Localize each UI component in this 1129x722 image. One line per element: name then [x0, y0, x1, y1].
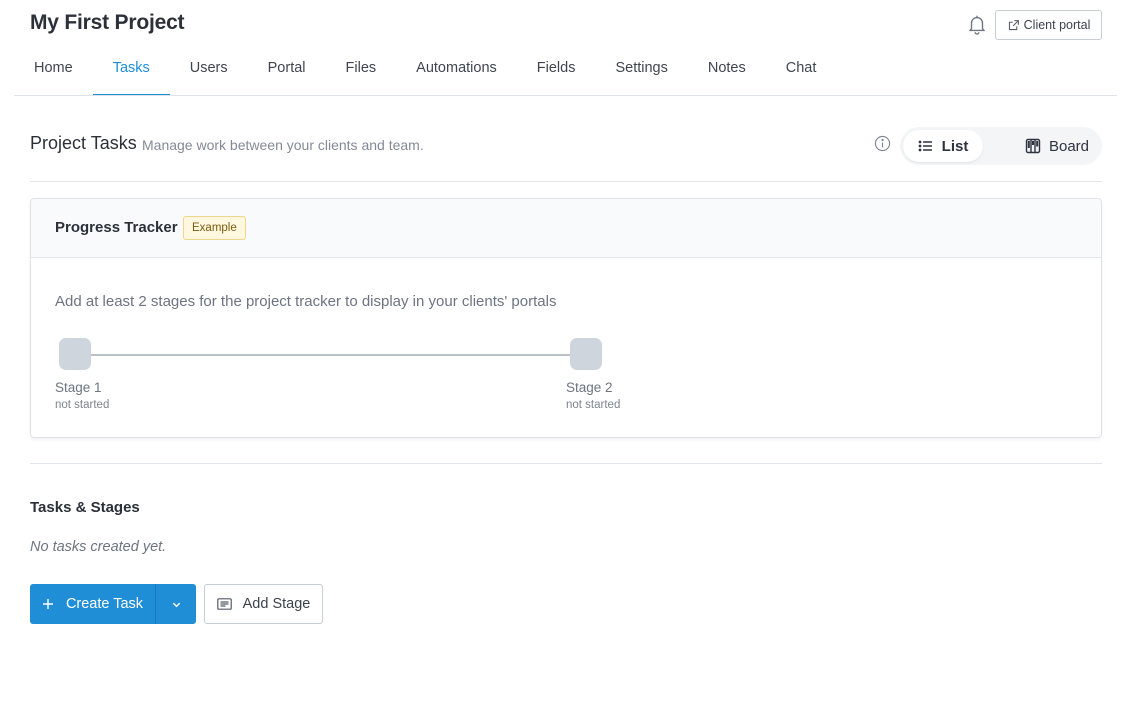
section-title: Project Tasks — [30, 133, 137, 153]
create-task-label: Create Task — [65, 596, 144, 612]
tab-automations[interactable]: Automations — [396, 54, 517, 96]
stage-1-status: not started — [55, 399, 110, 411]
tab-fields[interactable]: Fields — [517, 54, 596, 96]
create-task-split-button: Create Task — [30, 584, 196, 624]
list-view-label: List — [941, 137, 969, 155]
example-badge: Example — [183, 216, 246, 240]
tabs-divider — [14, 95, 1117, 96]
empty-tasks-message: No tasks created yet. — [30, 539, 167, 555]
board-view-button[interactable]: Board — [1014, 130, 1100, 162]
add-stage-label: Add Stage — [242, 596, 311, 612]
create-task-button[interactable]: Create Task — [30, 584, 156, 624]
progress-tracker-title: Progress Tracker — [55, 219, 178, 236]
stage-1-name: Stage 1 — [55, 380, 102, 395]
tasks-stages-title: Tasks & Stages — [30, 499, 140, 516]
tab-chat[interactable]: Chat — [766, 54, 837, 96]
stage-2-name: Stage 2 — [566, 380, 613, 395]
plus-icon — [42, 599, 53, 609]
app-header: My First Project Client portal Home Task… — [0, 0, 1129, 97]
chevron-down-icon — [172, 602, 180, 607]
stage-1-marker — [59, 338, 91, 370]
client-portal-button[interactable]: Client portal — [995, 10, 1102, 40]
board-icon — [1025, 138, 1041, 154]
add-stage-button[interactable]: Add Stage — [204, 584, 323, 624]
stage-icon — [216, 598, 232, 610]
tab-users[interactable]: Users — [170, 54, 248, 96]
tab-home[interactable]: Home — [14, 54, 93, 96]
external-link-icon — [1008, 19, 1019, 30]
tab-notes[interactable]: Notes — [688, 54, 766, 96]
stage-2-status: not started — [566, 399, 621, 411]
project-tabs: Home Tasks Users Portal Files Automation… — [14, 54, 836, 96]
info-icon[interactable] — [874, 135, 891, 152]
list-view-button[interactable]: List — [903, 130, 983, 162]
list-icon — [918, 140, 932, 152]
stage-2-marker — [570, 338, 602, 370]
tab-portal[interactable]: Portal — [248, 54, 326, 96]
progress-tracker-message: Add at least 2 stages for the project tr… — [55, 293, 557, 310]
tasks-divider — [30, 463, 1102, 464]
tab-files[interactable]: Files — [326, 54, 397, 96]
progress-tracker-header: Progress Tracker Example — [31, 199, 1101, 258]
tab-tasks[interactable]: Tasks — [92, 54, 170, 96]
section-subtitle: Manage work between your clients and tea… — [142, 137, 424, 153]
section-divider — [30, 181, 1102, 182]
tab-settings[interactable]: Settings — [595, 54, 687, 96]
bell-icon[interactable] — [966, 13, 988, 35]
stage-connector-line — [91, 354, 581, 356]
board-view-label: Board — [1048, 137, 1090, 155]
create-task-dropdown-button[interactable] — [156, 584, 196, 624]
client-portal-label: Client portal — [1023, 18, 1091, 32]
view-toggle: List Board — [900, 127, 1102, 165]
project-title: My First Project — [30, 11, 185, 34]
project-tasks-header: Project Tasks Manage work between your c… — [30, 127, 1102, 167]
progress-tracker-card: Progress Tracker Example Add at least 2 … — [30, 198, 1102, 438]
